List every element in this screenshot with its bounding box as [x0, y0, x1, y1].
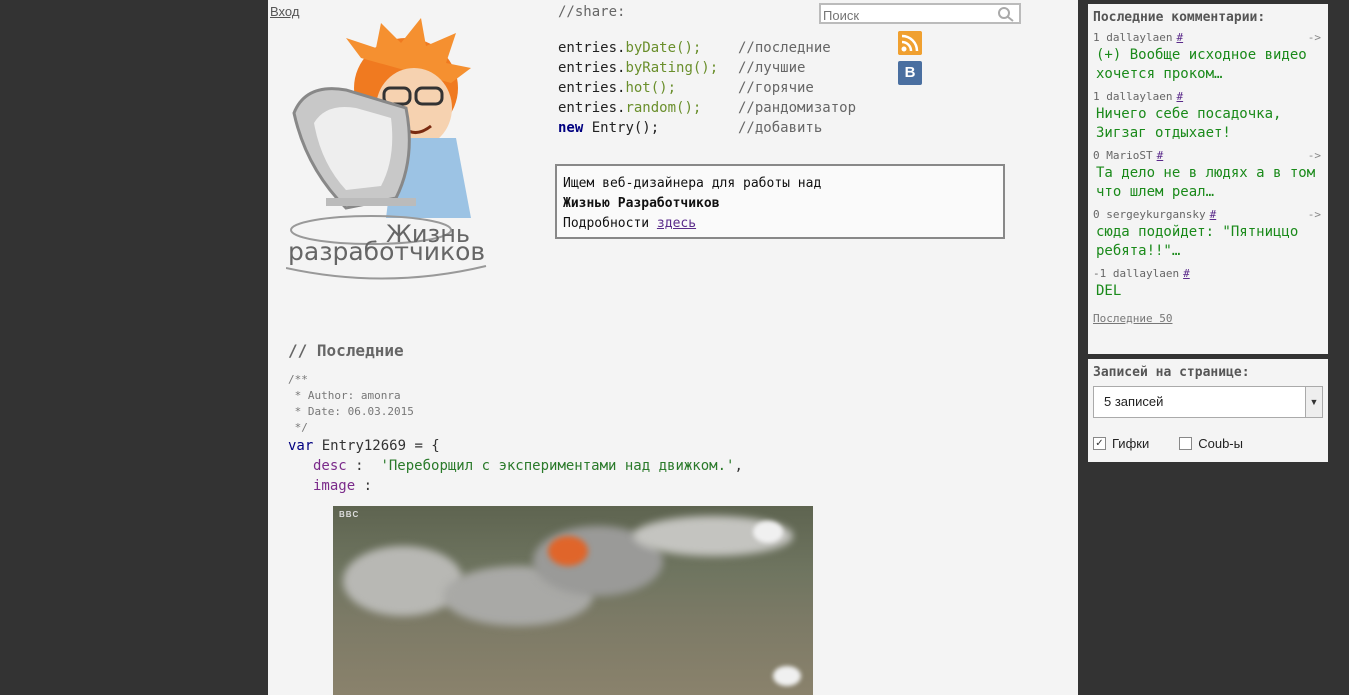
per-page-select[interactable]: 5 записей ▼	[1093, 386, 1323, 418]
search-icon[interactable]	[997, 6, 1015, 22]
comment-text[interactable]: сюда подойдет: "Пятниццо ребята!!"…	[1093, 223, 1323, 261]
job-ad-banner: Ищем веб-дизайнера для работы над Жизнью…	[555, 164, 1005, 239]
comment-text[interactable]: (+) Вообще исходное видео хочется проком…	[1093, 46, 1323, 84]
nav-by-rating[interactable]: entries.byRating();//лучшие	[558, 58, 805, 78]
entry-desc: desc : 'Переборщил с экспериментами над …	[313, 458, 743, 474]
ad-line-3: Подробности здесь	[563, 216, 697, 231]
comment-user: dallaylaen	[1106, 90, 1173, 103]
comment-text[interactable]: Та дело не в людях а в том что шлем реал…	[1093, 164, 1323, 202]
filter-checkboxes: ✓ Гифки Coub-ы	[1093, 436, 1323, 451]
entry-name: Entry12669 = {	[313, 438, 440, 454]
login-link[interactable]: Вход	[270, 4, 299, 19]
comment-user: dallaylaen	[1112, 267, 1180, 280]
ad-details-link[interactable]: здесь	[657, 216, 696, 231]
nav-hot[interactable]: entries.hot();//горячие	[558, 78, 814, 98]
ad-line-2: Жизнью Разработчиков	[563, 196, 720, 211]
nav-by-date[interactable]: entries.byDate();//последние	[558, 38, 831, 58]
comment-user: dallaylaen	[1106, 31, 1173, 44]
per-page-value: 5 записей	[1104, 394, 1164, 409]
filter-gifs[interactable]: ✓ Гифки	[1093, 436, 1149, 451]
comment-user: MarioST	[1106, 149, 1153, 162]
svg-text:разработчиков: разработчиков	[288, 237, 485, 266]
comment-item: 0 MarioST # -> Та дело не в людях а в том …	[1093, 149, 1323, 202]
nav-random[interactable]: entries.random();//рандомизатор	[558, 98, 856, 118]
chevron-down-icon[interactable]: ▼	[1305, 387, 1322, 417]
reply-arrow[interactable]: ->	[1308, 208, 1321, 221]
recent-comments-title: Последние комментарии:	[1093, 10, 1266, 25]
last-50-link[interactable]: Последние 50	[1093, 312, 1172, 325]
per-page-panel: Записей на странице: 5 записей ▼ ✓ Гифки …	[1088, 359, 1328, 462]
comment-item: 0 sergeykurgansky # -> сюда подойдет: "Пят…	[1093, 208, 1323, 261]
ad-line-1: Ищем веб-дизайнера для работы над	[563, 176, 822, 191]
entry-author: * Author: amonra	[288, 389, 401, 402]
comment-text[interactable]: Ничего себе посадочка, Зигзаг отдыхает!	[1093, 105, 1323, 143]
comment-item: -1 dallaylaen # DEL	[1093, 267, 1323, 301]
per-page-title: Записей на странице:	[1093, 365, 1250, 380]
entry-meta: /** * Author: amonra * Date: 06.03.2015 …	[288, 373, 414, 434]
gifs-checkbox[interactable]: ✓	[1093, 437, 1106, 450]
comment-link[interactable]: #	[1183, 267, 1190, 280]
comment-link[interactable]: #	[1210, 208, 1217, 221]
sidebar: Последние комментарии: 1 dallaylaen # -> (…	[1088, 4, 1328, 462]
search-input[interactable]	[821, 7, 995, 24]
rss-icon[interactable]	[898, 31, 922, 55]
entry-gif-image[interactable]: BBC	[333, 506, 813, 695]
bbc-watermark: BBC	[339, 510, 360, 519]
comment-link[interactable]: #	[1176, 90, 1183, 103]
entry-body: var Entry12669 = { desc : 'Переборщил с э…	[288, 436, 743, 496]
entries-nav: entries.byDate();//последние entries.byR…	[558, 38, 856, 138]
section-title: // Последние	[288, 341, 404, 360]
entry-image-label: image :	[313, 478, 373, 494]
comment-link[interactable]: #	[1176, 31, 1183, 44]
recent-comments-panel: Последние комментарии: 1 dallaylaen # -> (…	[1088, 4, 1328, 354]
comment-item: 1 dallaylaen # Ничего себе посадочка, Зиг…	[1093, 90, 1323, 143]
vk-icon[interactable]: B	[898, 61, 922, 85]
nav-new-entry[interactable]: new Entry();//добавить	[558, 118, 822, 138]
entry-header: var Entry12669 = {	[288, 438, 440, 454]
share-title: //share:	[558, 4, 626, 20]
search-box	[819, 3, 1021, 24]
filter-coubs[interactable]: Coub-ы	[1179, 436, 1243, 451]
comment-text[interactable]: DEL	[1093, 282, 1323, 301]
site-logo[interactable]: Жизнь разработчиков	[286, 18, 496, 288]
comment-item: 1 dallaylaen # -> (+) Вообще исходное виде…	[1093, 31, 1323, 84]
reply-arrow[interactable]: ->	[1308, 31, 1321, 44]
comment-link[interactable]: #	[1157, 149, 1164, 162]
coubs-checkbox[interactable]	[1179, 437, 1193, 450]
entry-date: * Date: 06.03.2015	[288, 405, 414, 418]
reply-arrow[interactable]: ->	[1308, 149, 1321, 162]
main-page: Вход Жизнь разработчиков //share: entrie…	[268, 0, 1078, 695]
comment-user: sergeykurgansky	[1106, 208, 1206, 221]
